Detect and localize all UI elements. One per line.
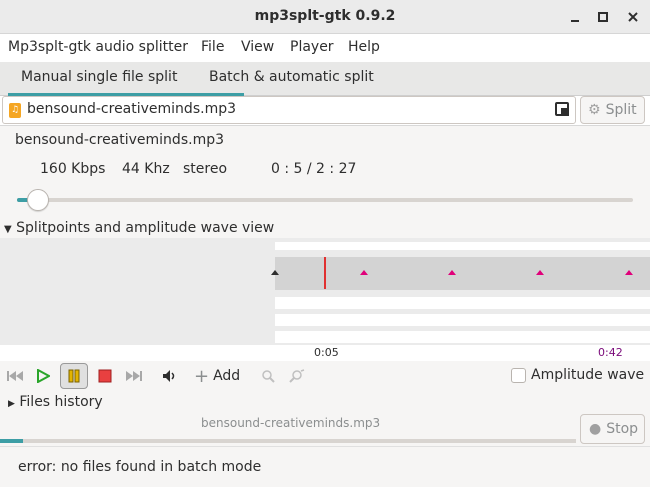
maximize-icon[interactable] [594,8,612,26]
position-slider-knob[interactable] [26,189,49,211]
file-entry-value: bensound-creativeminds.mp3 [27,101,236,117]
wave-lane-1 [275,297,650,309]
close-icon[interactable] [624,8,642,26]
tab-batch-split-label: Batch & automatic split [209,69,374,85]
tab-manual-split-label: Manual single file split [21,69,178,85]
splitpoint-marker[interactable] [625,270,633,275]
previous-icon[interactable] [3,363,27,389]
zoom-icon[interactable] [256,363,280,389]
splitpoint-marker[interactable] [360,270,368,275]
split-button[interactable]: ⚙ Split [580,96,645,124]
tab-batch-split[interactable]: Batch & automatic split [209,62,374,96]
stop-button-label: Stop [606,421,639,437]
track-time: 0 : 5 / 2 : 27 [271,161,357,177]
expanded-triangle-icon: ▼ [4,224,12,235]
file-row: ♫ bensound-creativeminds.mp3 ⚙ Split [0,96,650,126]
add-button[interactable]: + Add [194,363,246,389]
wave-lane-3 [275,331,650,343]
time-start-label: 0:05 [314,346,339,359]
splitpoint-marker[interactable] [448,270,456,275]
start-splitpoint-marker[interactable] [271,270,279,275]
batch-current-file: bensound-creativeminds.mp3 [201,416,381,430]
files-history-label: Files history [19,394,103,410]
stop-circle-icon: ● [589,421,602,437]
menu-view[interactable]: View [241,39,274,55]
position-slider-track[interactable] [17,198,633,202]
amplitude-wave-label: Amplitude wave [531,367,645,383]
audio-file-icon: ♫ [9,103,21,118]
plus-icon: + [194,365,210,387]
batch-progress-fill [0,439,24,443]
wave-expander-label: Splitpoints and amplitude wave view [16,220,275,236]
track-frequency: 44 Khz [122,161,170,177]
track-mode: stereo [183,161,228,177]
track-info: bensound-creativeminds.mp3 160 Kbps 44 K… [0,127,650,220]
play-icon[interactable] [31,363,55,389]
tab-bar: Manual single file split Batch & automat… [0,62,650,96]
stop-icon[interactable] [93,363,117,389]
player-controls: + Add Amplitude wave [0,361,650,391]
status-message: error: no files found in batch mode [18,459,262,475]
file-entry[interactable]: ♫ bensound-creativeminds.mp3 [2,96,576,124]
wave-lane-2 [275,314,650,326]
title-bar: mp3splt-gtk 0.9.2 [0,0,650,34]
wave-expander[interactable]: ▼ Splitpoints and amplitude wave view [4,220,274,236]
next-icon[interactable] [122,363,146,389]
menu-file[interactable]: File [201,39,224,55]
split-button-label: Split [605,102,637,118]
track-filename: bensound-creativeminds.mp3 [15,132,224,148]
status-bar: error: no files found in batch mode [0,446,650,487]
time-axis: 0:05 0:42 [0,345,650,361]
auto-zoom-icon[interactable] [285,363,309,389]
track-bitrate: 160 Kbps [40,161,106,177]
splitpoints-row[interactable] [275,257,650,290]
window-title: mp3splt-gtk 0.9.2 [254,8,396,24]
stop-button[interactable]: ● Stop [580,414,645,444]
playback-cursor [324,257,326,289]
time-end-label: 0:42 [598,346,623,359]
minimize-icon[interactable] [566,8,584,26]
gear-icon: ⚙ [588,102,601,118]
browse-icon[interactable] [555,102,569,116]
collapsed-triangle-icon: ▶ [8,399,15,409]
add-button-label: Add [213,368,241,384]
batch-progress-track [0,439,576,443]
volume-icon[interactable] [158,363,182,389]
files-history-expander[interactable]: ▶ Files history [8,394,103,410]
amplitude-wave-checkbox[interactable] [511,368,526,383]
wave-view[interactable] [0,238,650,345]
menu-player[interactable]: Player [290,39,334,55]
pause-icon[interactable] [60,363,88,389]
wave-lane-top [275,242,650,250]
menu-app[interactable]: Mp3splt-gtk audio splitter [8,39,188,55]
menu-help[interactable]: Help [348,39,380,55]
splitpoint-marker[interactable] [536,270,544,275]
menu-bar: Mp3splt-gtk audio splitter File View Pla… [0,34,650,62]
